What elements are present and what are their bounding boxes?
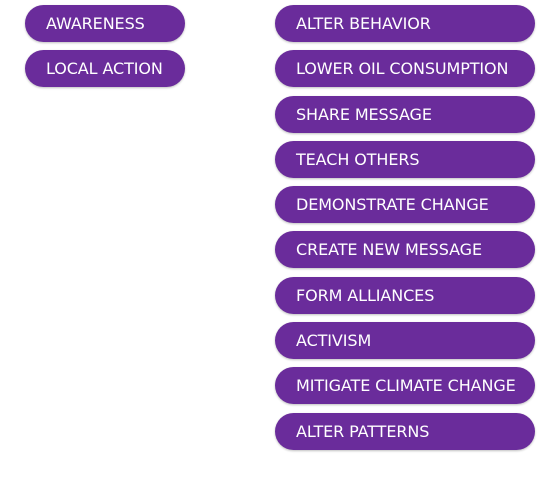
share-message-button[interactable]: SHARE MESSAGE bbox=[275, 95, 535, 133]
right-column: ALTER BEHAVIOR LOWER OIL CONSUMPTION SHA… bbox=[275, 5, 535, 458]
left-column: AWARENESS LOCAL ACTION bbox=[25, 5, 185, 96]
teach-others-button[interactable]: TEACH OTHERS bbox=[275, 140, 535, 178]
demonstrate-change-button[interactable]: DEMONSTRATE CHANGE bbox=[275, 186, 535, 224]
local-action-button[interactable]: LOCAL ACTION bbox=[25, 50, 185, 88]
alter-behavior-button[interactable]: ALTER BEHAVIOR bbox=[275, 5, 535, 42]
activism-button[interactable]: ACTIVISM bbox=[275, 322, 535, 360]
mitigate-climate-change-button[interactable]: MITIGATE CLIMATE CHANGE bbox=[275, 367, 535, 405]
lower-oil-consumption-button[interactable]: LOWER OIL CONSUMPTION bbox=[275, 50, 535, 88]
create-new-message-button[interactable]: CREATE NEW MESSAGE bbox=[275, 231, 535, 269]
form-alliances-button[interactable]: FORM ALLIANCES bbox=[275, 276, 535, 314]
alter-patterns-button[interactable]: ALTER PATTERNS bbox=[275, 412, 535, 450]
awareness-button[interactable]: AWARENESS bbox=[25, 5, 185, 42]
